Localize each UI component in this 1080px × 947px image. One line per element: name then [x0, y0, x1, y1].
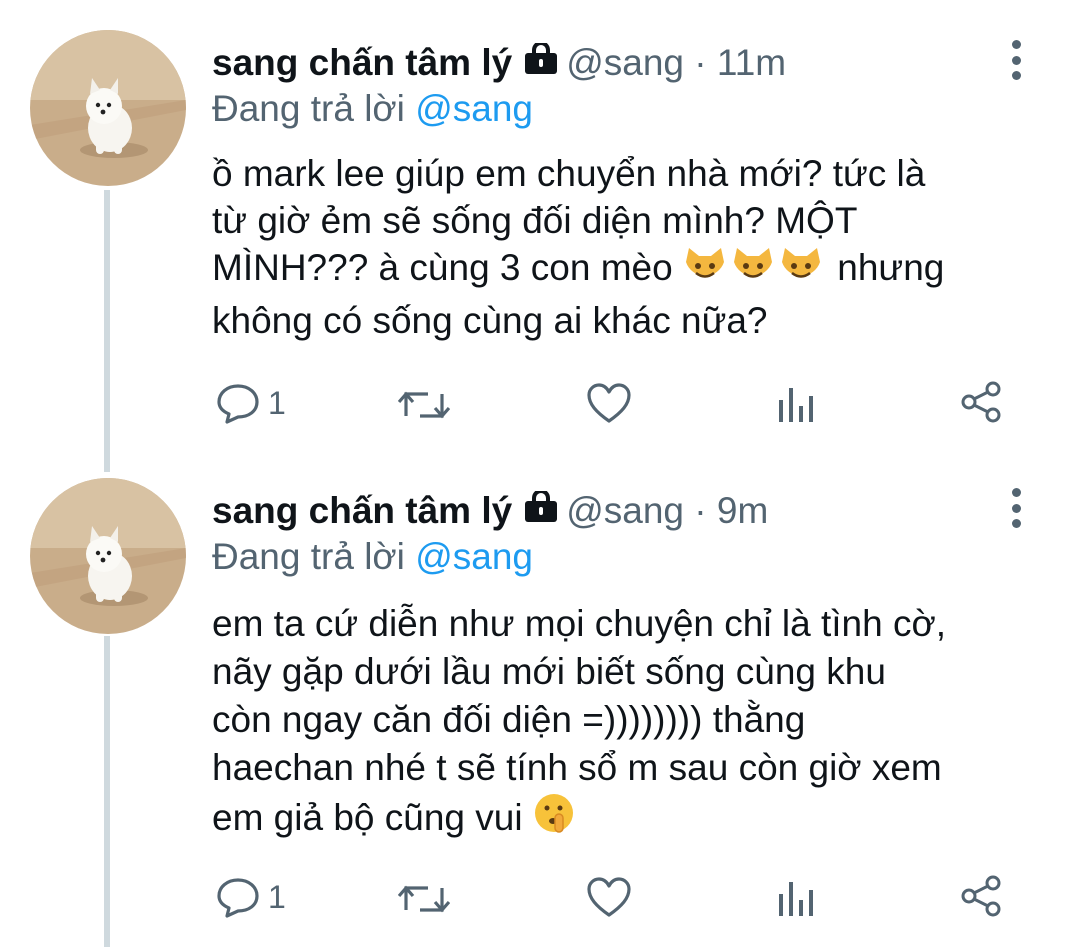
- avatar[interactable]: [30, 478, 186, 634]
- share-button[interactable]: [960, 874, 1004, 918]
- replying-to-label: Đang trả lời: [212, 536, 405, 577]
- more-options-icon[interactable]: [1004, 40, 1028, 80]
- tweet-text-line: MÌNH??? à cùng 3 con mèo nhưng: [212, 244, 1032, 297]
- retweet-icon: [398, 880, 450, 918]
- tweet-feed: sang chấn tâm lý @sang · 11m Đang trả lờ…: [0, 0, 1080, 947]
- avatar-dog-image: [30, 30, 186, 186]
- like-icon: [586, 382, 632, 424]
- analytics-button[interactable]: [776, 878, 816, 918]
- smiling-cat-emoji: [683, 246, 827, 297]
- tweet-text-line: em giả bộ cũng vui: [212, 792, 1032, 848]
- reply-button[interactable]: 1: [216, 876, 286, 918]
- like-button[interactable]: [586, 382, 632, 424]
- retweet-button[interactable]: [398, 386, 450, 424]
- tweet-text-fragment: em giả bộ cũng vui: [212, 797, 523, 838]
- tweet-header: sang chấn tâm lý @sang · 9m: [212, 486, 768, 536]
- share-button[interactable]: [960, 380, 1004, 424]
- replying-to: Đang trả lời @sang: [212, 88, 533, 130]
- retweet-icon: [398, 386, 450, 424]
- replying-to-label: Đang trả lời: [212, 88, 405, 129]
- lock-icon: [524, 41, 558, 84]
- shushing-face-emoji: [533, 792, 577, 848]
- tweet-actions: 1: [212, 874, 1012, 924]
- like-icon: [586, 876, 632, 918]
- reply-count: 1: [268, 878, 286, 915]
- share-icon: [960, 380, 1004, 424]
- tweet-header: sang chấn tâm lý @sang · 11m: [212, 38, 786, 88]
- lock-icon: [524, 489, 558, 532]
- handle-and-time[interactable]: @sang · 9m: [566, 490, 768, 532]
- tweet-actions: 1: [212, 380, 1012, 430]
- replying-to-handle[interactable]: @sang: [415, 536, 533, 577]
- tweet-text-line: còn ngay căn đối diện =)))))))) thằng: [212, 699, 806, 740]
- tweet-text: ồ mark lee giúp em chuyển nhà mới? tức l…: [212, 150, 1032, 344]
- retweet-button[interactable]: [398, 880, 450, 918]
- reply-button[interactable]: 1: [216, 382, 286, 424]
- replying-to-handle[interactable]: @sang: [415, 88, 533, 129]
- tweet-text-fragment: nhưng: [837, 247, 945, 288]
- avatar-dog-image: [30, 478, 186, 634]
- analytics-icon: [776, 878, 816, 918]
- tweet-text-line: em ta cứ diễn như mọi chuyện chỉ là tình…: [212, 603, 946, 644]
- replying-to: Đang trả lời @sang: [212, 536, 533, 578]
- analytics-button[interactable]: [776, 384, 816, 424]
- tweet-text-fragment: MÌNH??? à cùng 3 con mèo: [212, 247, 673, 288]
- reply-icon: [216, 876, 260, 918]
- tweet-text-line: không có sống cùng ai khác nữa?: [212, 300, 768, 341]
- like-button[interactable]: [586, 876, 632, 918]
- tweet-text-line: nãy gặp dưới lầu mới biết sống cùng khu: [212, 651, 886, 692]
- more-options-icon[interactable]: [1004, 488, 1028, 528]
- tweet[interactable]: sang chấn tâm lý @sang · 11m Đang trả lờ…: [0, 0, 1080, 470]
- tweet-text-line: từ giờ ẻm sẽ sống đối diện mình? MỘT: [212, 200, 858, 241]
- share-icon: [960, 874, 1004, 918]
- handle-and-time[interactable]: @sang · 11m: [566, 42, 786, 84]
- tweet-text-line: ồ mark lee giúp em chuyển nhà mới? tức l…: [212, 153, 926, 194]
- reply-count: 1: [268, 384, 286, 421]
- analytics-icon: [776, 384, 816, 424]
- tweet[interactable]: sang chấn tâm lý @sang · 9m Đang trả lời…: [0, 448, 1080, 947]
- display-name[interactable]: sang chấn tâm lý: [212, 42, 512, 84]
- display-name[interactable]: sang chấn tâm lý: [212, 490, 512, 532]
- tweet-text-line: haechan nhé t sẽ tính sổ m sau còn giờ x…: [212, 747, 942, 788]
- reply-icon: [216, 382, 260, 424]
- tweet-text: em ta cứ diễn như mọi chuyện chỉ là tình…: [212, 600, 1032, 848]
- avatar[interactable]: [30, 30, 186, 186]
